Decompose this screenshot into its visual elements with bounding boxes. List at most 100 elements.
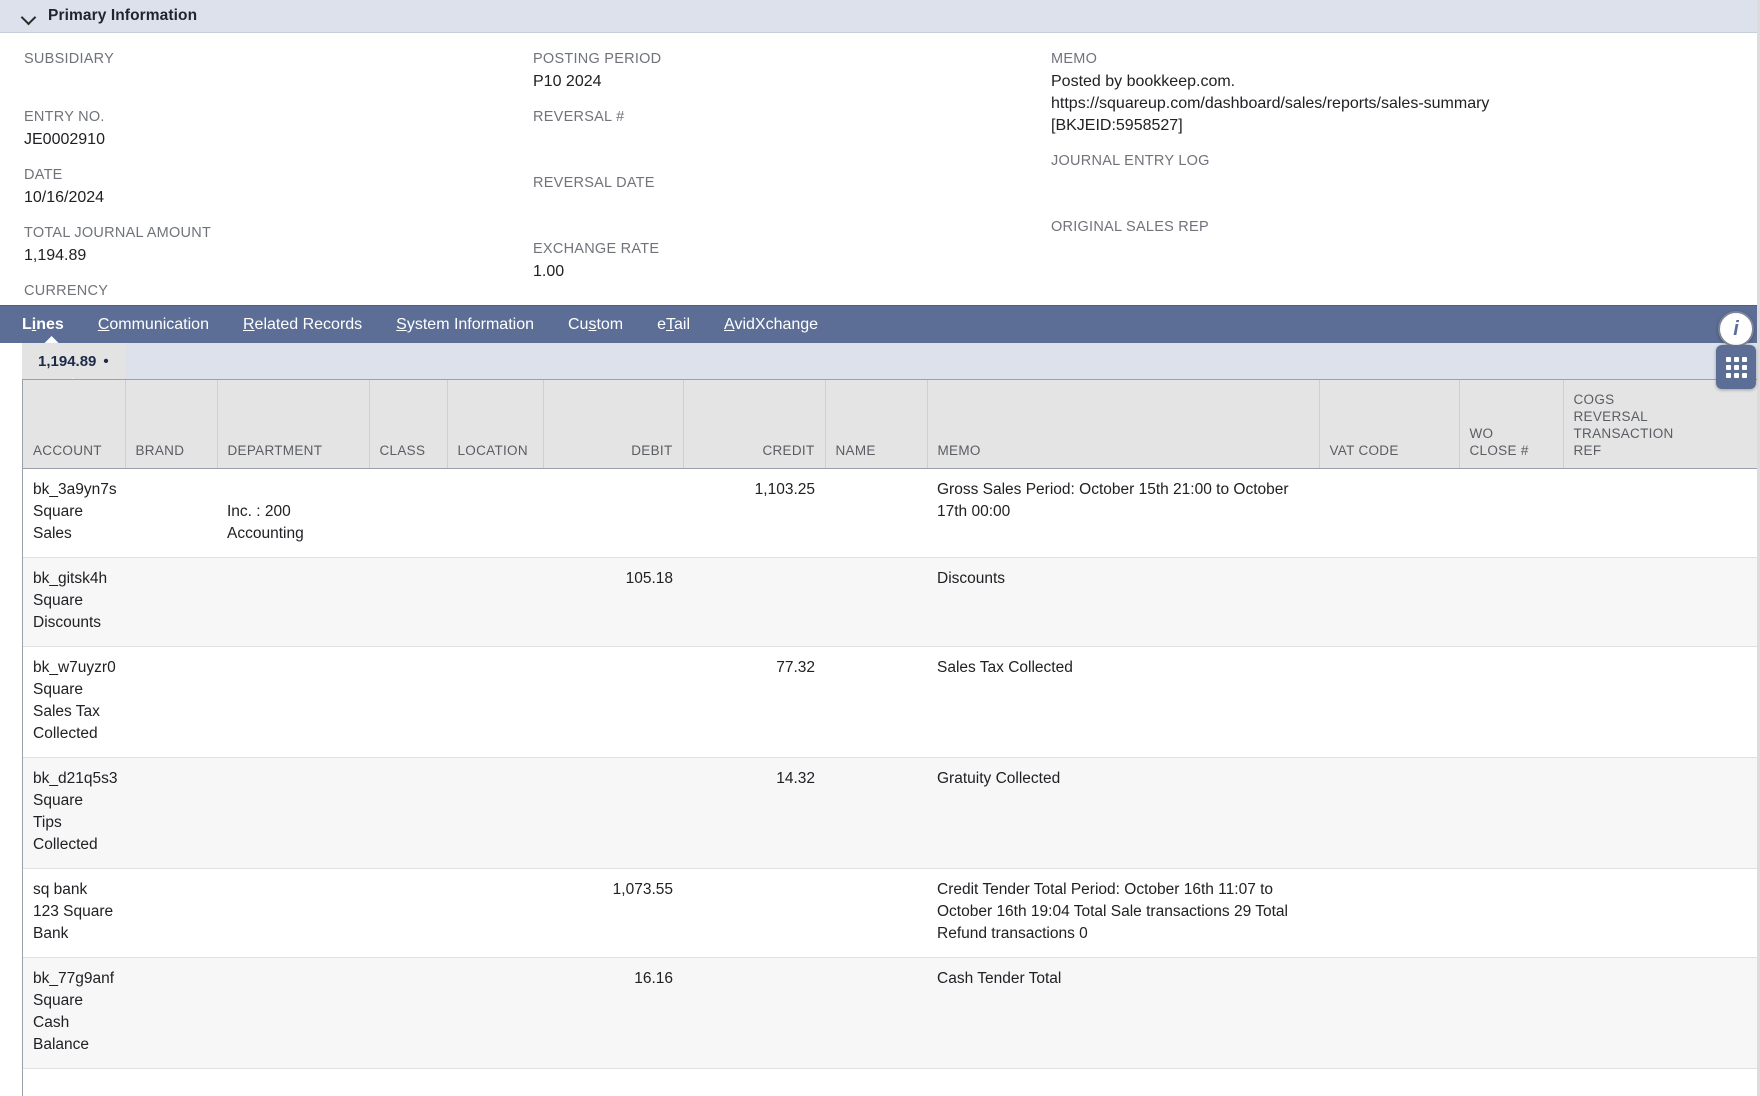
chevron-down-icon[interactable] <box>22 9 36 23</box>
cell-location <box>447 557 543 647</box>
column-header-account[interactable]: ACCOUNT <box>23 380 126 469</box>
cell-account[interactable]: bk_gitsk4h Square Discounts <box>23 557 125 647</box>
cell-account[interactable]: sq bank 123 Square Bank <box>23 868 125 958</box>
field-value[interactable] <box>24 71 524 93</box>
field-value[interactable]: P10 2024 <box>533 71 1043 93</box>
table-row[interactable]: bk_3a9yn7s Square Sales Inc. : 200 Accou… <box>23 468 1760 558</box>
cell-name <box>825 757 927 869</box>
field-label: POSTING PERIOD <box>533 51 662 67</box>
cell-vat-code <box>1319 468 1459 558</box>
cell-memo: Credit Tender Total Period: October 16th… <box>927 868 1319 958</box>
field-memo: MEMO Posted by bookkeep.com. https://squ… <box>1051 49 1691 137</box>
subtab-marker-icon: • <box>103 352 109 370</box>
field-value[interactable]: Posted by bookkeep.com. https://squareup… <box>1051 71 1691 137</box>
cell-brand <box>125 957 217 1069</box>
cell-department <box>217 757 369 869</box>
tab-etail[interactable]: eTail <box>657 306 710 344</box>
field-exchange-rate: EXCHANGE RATE 1.00 <box>533 239 1043 283</box>
column-header-wo-close[interactable]: WO CLOSE # <box>1459 380 1564 469</box>
tab-custom[interactable]: Custom <box>568 306 643 344</box>
cell-class <box>369 557 447 647</box>
grid-dots-icon[interactable] <box>1716 345 1756 389</box>
cell-cogs-ref <box>1563 868 1760 958</box>
column-header-vat-code[interactable]: VAT CODE <box>1319 380 1460 469</box>
field-value[interactable] <box>533 129 1043 151</box>
cell-memo: Gross Sales Period: October 15th 21:00 t… <box>927 468 1319 558</box>
cell-cogs-ref <box>1563 757 1760 869</box>
table-row[interactable]: sq bank 123 Square Bank 1,073.55 Credit Te… <box>23 868 1760 958</box>
cell-account[interactable]: bk_d21q5s3 Square Tips Collected <box>23 757 125 869</box>
cell-credit: 14.32 <box>683 757 825 869</box>
field-label: ENTRY NO. <box>24 109 105 125</box>
cell-brand <box>125 757 217 869</box>
tab-avidxchange[interactable]: AvidXchange <box>724 306 838 344</box>
cell-debit <box>543 646 683 758</box>
column-header-class[interactable]: CLASS <box>369 380 448 469</box>
field-value[interactable]: 1.00 <box>533 261 1043 283</box>
cell-name <box>825 646 927 758</box>
tab-label: Related Records <box>242 315 363 333</box>
field-label: MEMO <box>1051 51 1098 67</box>
column-header-name[interactable]: NAME <box>825 380 928 469</box>
tab-related-records[interactable]: Related Records <box>243 306 382 344</box>
cell-account[interactable]: bk_w7uyzr0 Square Sales Tax Collected <box>23 646 125 758</box>
column-header-department[interactable]: DEPARTMENT <box>217 380 370 469</box>
info-circle-icon[interactable]: i <box>1718 311 1754 347</box>
cell-class <box>369 957 447 1069</box>
main-tab-bar: Lines Communication Related Records System … <box>0 305 1760 345</box>
cell-department <box>217 557 369 647</box>
column-header-debit[interactable]: DEBIT <box>543 380 684 469</box>
tab-label: AvidXchange <box>724 315 819 333</box>
field-label: JOURNAL ENTRY LOG <box>1051 153 1210 169</box>
table-row[interactable]: bk_w7uyzr0 Square Sales Tax Collected 77.… <box>23 646 1760 758</box>
cell-vat-code <box>1319 757 1459 869</box>
cell-brand <box>125 468 217 558</box>
cell-debit <box>543 757 683 869</box>
tab-lines[interactable]: Lines <box>22 306 84 345</box>
column-header-credit[interactable]: CREDIT <box>683 380 826 469</box>
cell-department <box>217 957 369 1069</box>
cell-account[interactable]: bk_3a9yn7s Square Sales <box>23 468 125 558</box>
column-header-brand[interactable]: BRAND <box>125 380 218 469</box>
table-header-row: ACCOUNT BRAND DEPARTMENT CLASS LOCATION DEBIT… <box>23 380 1760 469</box>
field-value[interactable]: JE0002910 <box>24 129 524 151</box>
cell-vat-code <box>1319 557 1459 647</box>
field-posting-period: POSTING PERIOD P10 2024 <box>533 49 1043 93</box>
field-original-sales-rep: ORIGINAL SALES REP <box>1051 217 1691 261</box>
cell-name <box>825 957 927 1069</box>
field-value[interactable] <box>1051 173 1691 195</box>
field-value[interactable] <box>533 195 1043 217</box>
cell-cogs-ref <box>1563 646 1760 758</box>
cell-wo-close <box>1459 757 1563 869</box>
field-journal-entry-log: JOURNAL ENTRY LOG <box>1051 151 1691 195</box>
cell-credit <box>683 557 825 647</box>
cell-wo-close <box>1459 646 1563 758</box>
column-header-cogs-ref[interactable]: COGS REVERSAL TRANSACTION REF <box>1563 380 1760 469</box>
tab-system-information[interactable]: System Information <box>396 306 554 344</box>
column-header-location[interactable]: LOCATION <box>447 380 544 469</box>
cell-location <box>447 957 543 1069</box>
subtab-bar: 1,194.89 • <box>22 343 1760 387</box>
table-row[interactable]: bk_d21q5s3 Square Tips Collected 14.32 Gra… <box>23 757 1760 869</box>
cell-cogs-ref <box>1563 468 1760 558</box>
field-value[interactable] <box>1051 239 1691 261</box>
info-column-right: MEMO Posted by bookkeep.com. https://squ… <box>1051 49 1691 275</box>
column-header-memo[interactable]: MEMO <box>927 380 1320 469</box>
field-label: SUBSIDIARY <box>24 51 115 67</box>
cell-account[interactable]: bk_77g9anf Square Cash Balance <box>23 957 125 1069</box>
field-value[interactable]: 10/16/2024 <box>24 187 524 209</box>
cell-name <box>825 468 927 558</box>
cell-brand <box>125 868 217 958</box>
cell-brand <box>125 557 217 647</box>
table-row[interactable]: bk_gitsk4h Square Discounts 105.18 Discoun… <box>23 557 1760 647</box>
tab-communication[interactable]: Communication <box>98 306 229 344</box>
cell-class <box>369 868 447 958</box>
subtab-total-amount[interactable]: 1,194.89 • <box>22 343 125 387</box>
table-row[interactable]: bk_77g9anf Square Cash Balance 16.16 Cash … <box>23 957 1760 1069</box>
field-label: REVERSAL DATE <box>533 175 655 191</box>
cell-memo: Cash Tender Total <box>927 957 1319 1069</box>
primary-information-header[interactable]: Primary Information <box>0 0 1760 33</box>
